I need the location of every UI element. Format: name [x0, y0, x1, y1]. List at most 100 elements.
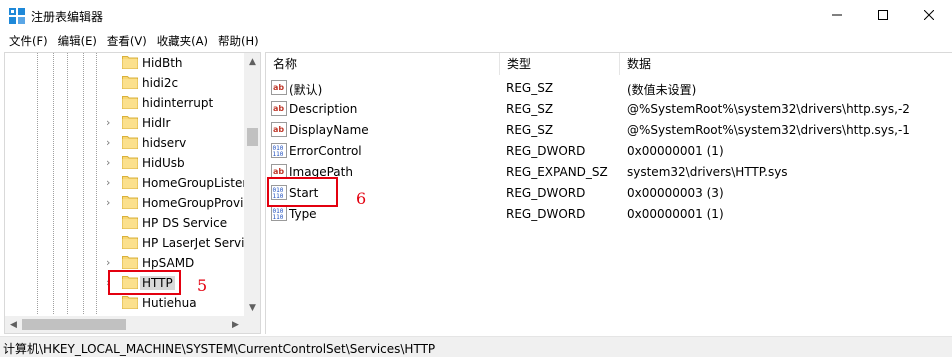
value-type: REG_SZ — [506, 123, 554, 137]
tree-item-label: HP DS Service — [142, 216, 228, 230]
minimize-button[interactable] — [814, 0, 860, 30]
tree-item-label: hidi2c — [142, 76, 179, 90]
value-data: (数值未设置) — [627, 83, 697, 97]
regedit-app-icon — [9, 8, 25, 24]
tree-item-hidir[interactable]: › HidIr — [5, 113, 245, 133]
value-row[interactable]: 010 110 ErrorControl REG_DWORD 0x00000001 (1… — [266, 140, 952, 161]
tree-item-hidi2c[interactable]: hidi2c — [5, 73, 245, 93]
chevron-right-icon[interactable]: › — [106, 197, 116, 209]
folder-icon — [122, 155, 138, 169]
value-name: DisplayName — [289, 123, 369, 137]
tree-item-hutiehua[interactable]: Hutiehua — [5, 293, 245, 313]
svg-text:ab: ab — [273, 104, 284, 113]
annotation-number-values: 6 — [356, 189, 367, 208]
folder-icon — [122, 75, 138, 89]
folder-icon — [122, 235, 138, 249]
menu-favorites[interactable]: 收藏夹(A) — [152, 32, 213, 50]
value-type: REG_SZ — [506, 81, 554, 95]
svg-text:110: 110 — [273, 151, 284, 158]
folder-icon — [122, 115, 138, 129]
value-data: @%SystemRoot%\system32\drivers\http.sys,… — [627, 123, 910, 137]
string-value-icon: ab — [271, 122, 287, 137]
tree-item-label: HP LaserJet Service — [142, 236, 259, 250]
tree-item-hidbth[interactable]: HidBth — [5, 53, 245, 73]
tree-vertical-scrollbar[interactable]: ▲ ▼ — [244, 53, 260, 316]
value-row[interactable]: 010 110 Start REG_DWORD 0x00000003 (3) — [266, 182, 952, 203]
value-row[interactable]: 010 110 Type REG_DWORD 0x00000001 (1) — [266, 203, 952, 224]
registry-path: 计算机\HKEY_LOCAL_MACHINE\SYSTEM\CurrentCon… — [3, 342, 436, 356]
value-data: system32\drivers\HTTP.sys — [627, 165, 788, 179]
title-bar[interactable]: 注册表编辑器 — [0, 0, 952, 32]
tree-item-hp-ds-service[interactable]: HP DS Service — [5, 213, 245, 233]
value-name: ErrorControl — [289, 144, 362, 158]
values-list[interactable]: 名称 类型 数据 ab (默认) REG_SZ (数值未设置) ab Descriptio… — [265, 52, 952, 334]
tree-item-hidusb[interactable]: › HidUsb — [5, 153, 245, 173]
menu-file[interactable]: 文件(F) — [4, 32, 53, 50]
svg-text:ab: ab — [273, 125, 284, 134]
scroll-right-icon[interactable]: ▶ — [227, 316, 244, 333]
annotation-box-start — [267, 177, 338, 207]
scroll-left-icon[interactable]: ◀ — [5, 316, 22, 333]
menu-bar: 文件(F) 编辑(E) 查看(V) 收藏夹(A) 帮助(H) — [0, 32, 952, 50]
value-row[interactable]: ab DisplayName REG_SZ @%SystemRoot%\system3… — [266, 119, 952, 140]
chevron-right-icon[interactable]: › — [106, 157, 116, 169]
tree-horizontal-scrollbar[interactable]: ◀ ▶ — [5, 316, 244, 333]
scroll-up-icon[interactable]: ▲ — [244, 53, 260, 70]
value-name: Description — [289, 102, 358, 116]
value-type: REG_DWORD — [506, 207, 586, 221]
binary-value-icon: 010 110 — [271, 206, 287, 221]
folder-icon — [122, 255, 138, 269]
window-title: 注册表编辑器 — [31, 10, 104, 24]
close-button[interactable] — [906, 0, 952, 30]
value-data: @%SystemRoot%\system32\drivers\http.sys,… — [627, 102, 910, 116]
menu-help[interactable]: 帮助(H) — [213, 32, 264, 50]
tree-item-hp-laserjet-service[interactable]: HP LaserJet Service — [5, 233, 258, 253]
value-data: 0x00000003 (3) — [627, 186, 724, 200]
chevron-right-icon[interactable]: › — [106, 137, 116, 149]
minimize-icon — [832, 14, 842, 16]
svg-text:ab: ab — [273, 83, 284, 92]
value-type: REG_DWORD — [506, 186, 586, 200]
tree-item-label: HidUsb — [142, 156, 185, 170]
value-name: (默认) — [289, 83, 323, 97]
menu-edit[interactable]: 编辑(E) — [53, 32, 102, 50]
tree-item-homegrouplistener[interactable]: › HomeGroupListener — [5, 173, 260, 193]
column-header-data[interactable]: 数据 — [620, 53, 916, 75]
menu-view[interactable]: 查看(V) — [102, 32, 152, 50]
value-type: REG_EXPAND_SZ — [506, 165, 608, 179]
scroll-down-icon[interactable]: ▼ — [244, 299, 260, 316]
tree-item-label: hidserv — [142, 136, 187, 150]
column-header-type[interactable]: 类型 — [500, 53, 620, 75]
folder-icon — [122, 195, 138, 209]
tree-item-hidserv[interactable]: › hidserv — [5, 133, 245, 153]
value-data: 0x00000001 (1) — [627, 207, 724, 221]
tree-vscroll-thumb[interactable] — [247, 128, 258, 146]
value-row[interactable]: ab ImagePath REG_EXPAND_SZ system32\drivers… — [266, 161, 952, 182]
close-icon — [924, 10, 934, 20]
chevron-right-icon[interactable]: › — [106, 117, 116, 129]
maximize-button[interactable] — [860, 0, 906, 30]
chevron-right-icon[interactable]: › — [106, 177, 116, 189]
scroll-corner — [244, 316, 260, 333]
string-value-icon: ab — [271, 80, 287, 95]
folder-icon — [122, 135, 138, 149]
value-data: 0x00000001 (1) — [627, 144, 724, 158]
maximize-icon — [878, 10, 888, 20]
tree-item-hidinterrupt[interactable]: hidinterrupt — [5, 93, 245, 113]
folder-icon — [122, 175, 138, 189]
svg-text:ab: ab — [273, 167, 284, 176]
folder-icon — [122, 295, 138, 309]
tree-item-label: HidIr — [142, 116, 171, 130]
value-row[interactable]: ab Description REG_SZ @%SystemRoot%\system3… — [266, 98, 952, 119]
tree-item-label: HpSAMD — [142, 256, 195, 270]
column-header-name[interactable]: 名称 — [266, 53, 500, 75]
tree-item-homegroupprovider[interactable]: › HomeGroupProvider — [5, 193, 260, 213]
value-name: Type — [289, 207, 317, 221]
tree-hscroll-thumb[interactable] — [22, 319, 126, 330]
chevron-right-icon[interactable]: › — [106, 257, 116, 269]
tree-item-label: hidinterrupt — [142, 96, 214, 110]
value-row[interactable]: ab (默认) REG_SZ (数值未设置) — [266, 77, 952, 98]
status-bar: 计算机\HKEY_LOCAL_MACHINE\SYSTEM\CurrentCon… — [0, 336, 952, 357]
folder-icon — [122, 215, 138, 229]
annotation-number-tree: 5 — [197, 276, 208, 295]
